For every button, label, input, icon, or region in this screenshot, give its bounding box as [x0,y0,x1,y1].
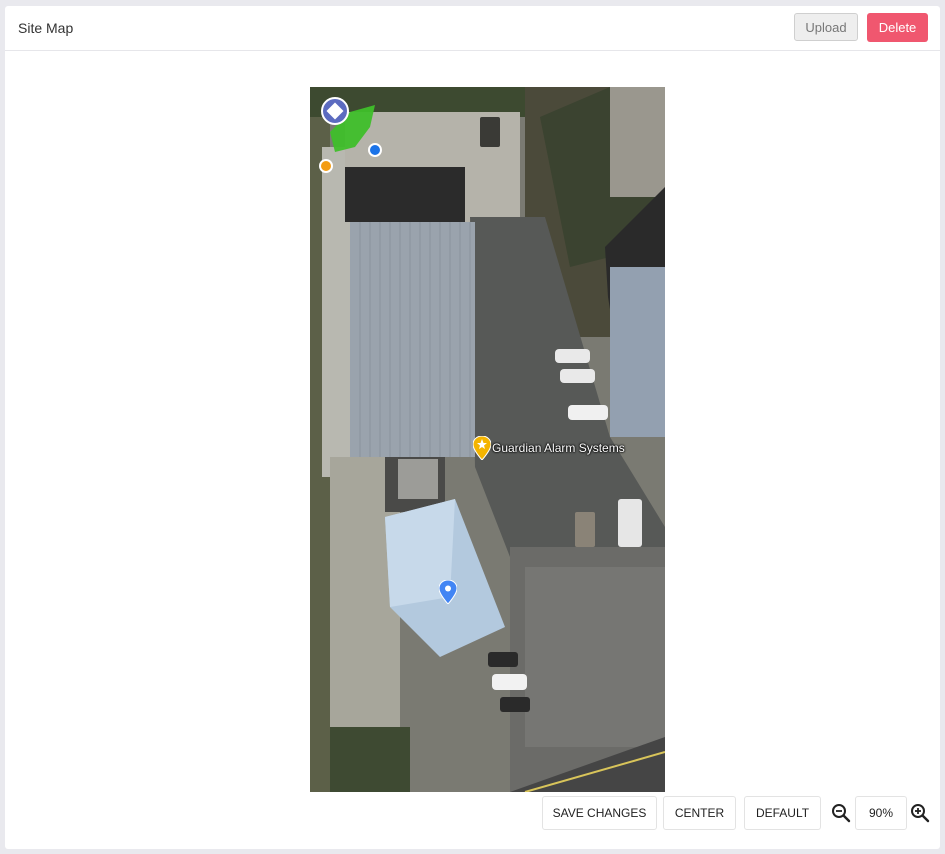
zoom-level: 90% [855,796,907,830]
page-title: Site Map [18,20,74,36]
site-map-panel: Site Map Upload Delete Guardian Alarm Sy… [5,6,940,849]
delete-button[interactable]: Delete [867,13,928,42]
zoom-in-icon[interactable] [910,803,930,823]
panel-header: Site Map Upload Delete [5,6,940,51]
zoom-out-icon[interactable] [831,803,851,823]
zone-diamond-icon[interactable] [320,96,350,126]
default-button[interactable]: DEFAULT [744,796,821,830]
save-changes-button[interactable]: SAVE CHANGES [542,796,657,830]
upload-button[interactable]: Upload [794,13,858,41]
device-marker-orange[interactable] [318,158,334,174]
center-button[interactable]: CENTER [663,796,736,830]
device-marker-blue[interactable] [367,142,383,158]
star-pin-icon[interactable] [473,436,491,460]
location-pin-icon[interactable] [439,580,457,604]
poi-label: Guardian Alarm Systems [492,441,625,455]
site-map-image[interactable]: Guardian Alarm Systems [310,87,665,792]
